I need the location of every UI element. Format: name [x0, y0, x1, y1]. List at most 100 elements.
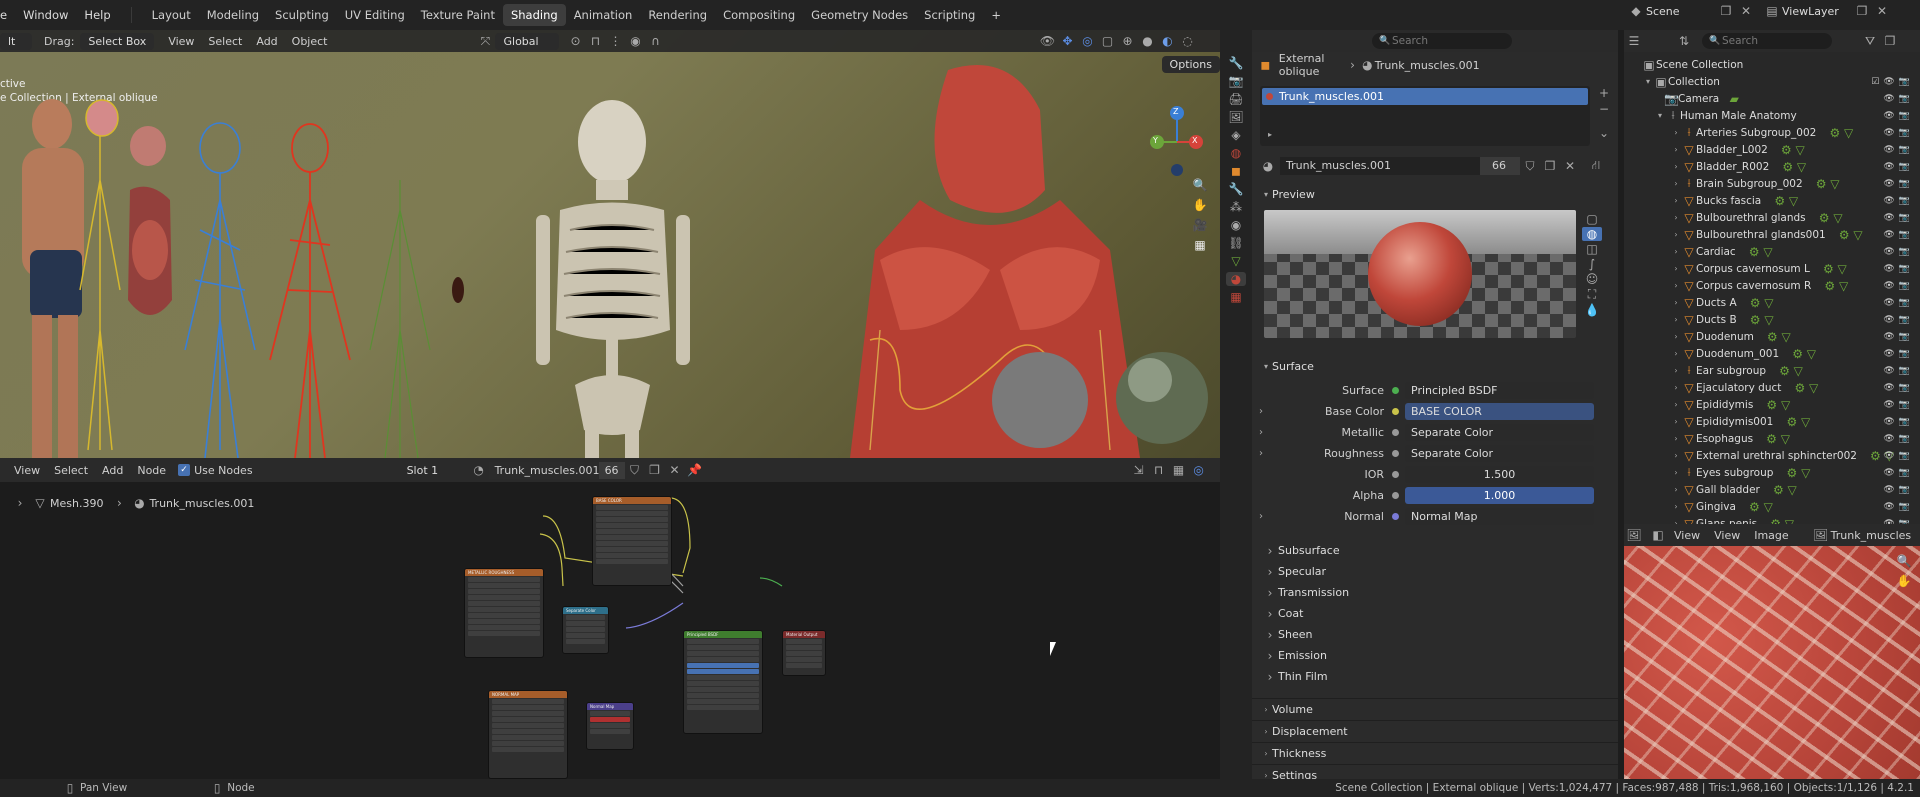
outliner-expand-icon[interactable]: › [1670, 485, 1682, 494]
modifier-tab-icon[interactable]: 🔧 [1226, 182, 1246, 196]
preview-monkey-icon[interactable]: ☺ [1582, 272, 1602, 286]
new-scene-icon[interactable]: ❐ [1716, 4, 1736, 18]
socket-dot-icon[interactable] [1392, 513, 1399, 520]
shader-editor[interactable]: View Select Add Node ✓ Use Nodes Slot 1 … [0, 458, 1220, 779]
subsection-emission[interactable]: › Emission [1252, 645, 1618, 666]
prop-expand-icon[interactable]: › [1252, 406, 1270, 417]
image-browse-icon[interactable]: 🖼 [1811, 528, 1831, 542]
socket-dot-icon[interactable] [1392, 471, 1399, 478]
item-visibility-icons[interactable]: 👁📷 [1883, 468, 1914, 478]
image-menu-view-mode[interactable]: View [1674, 529, 1700, 542]
anatomy-expand-icon[interactable]: ▾ [1654, 111, 1666, 120]
node-principled-bsdf[interactable]: Principled BSDF [683, 630, 763, 734]
image-mode-icon[interactable]: ◧ [1648, 528, 1668, 542]
new-collection-icon[interactable]: ❐ [1880, 34, 1900, 48]
viewlayer-name[interactable]: ViewLayer [1782, 5, 1852, 18]
gizmo-z-label[interactable]: Z [1173, 107, 1178, 116]
outliner-item[interactable]: › ▽ Gall bladder ⚙ ▽ 👁📷 [1624, 481, 1920, 498]
outliner-item[interactable]: › ▽ Cardiac ⚙ ▽ 👁📷 [1624, 243, 1920, 260]
outliner-expand-icon[interactable]: › [1670, 213, 1682, 222]
subsection-coat[interactable]: › Coat [1252, 603, 1618, 624]
outliner-expand-icon[interactable]: › [1670, 332, 1682, 341]
item-visibility-icons[interactable]: 👁📷 [1883, 434, 1914, 444]
item-visibility-icons[interactable]: 👁📷 [1883, 230, 1914, 240]
prop-value-field[interactable]: Separate Color [1405, 445, 1594, 462]
outliner-expand-icon[interactable]: › [1670, 366, 1682, 375]
prop-value-field[interactable]: BASE COLOR [1405, 403, 1594, 420]
outliner-item[interactable]: › ▽ Ejaculatory duct ⚙ ▽ 👁📷 [1624, 379, 1920, 396]
subsection-sheen[interactable]: › Sheen [1252, 624, 1618, 645]
data-tab-icon[interactable]: ▽ [1226, 254, 1246, 268]
outliner-expand-icon[interactable]: › [1670, 417, 1682, 426]
tab-uv-editing[interactable]: UV Editing [337, 4, 413, 26]
section-displacement[interactable]: › Displacement [1252, 720, 1618, 742]
outliner-expand-icon[interactable]: › [1670, 468, 1682, 477]
outliner-expand-icon[interactable]: › [1670, 400, 1682, 409]
item-visibility-icons[interactable]: 👁📷 [1883, 502, 1914, 512]
node-material-output[interactable]: Material Output [782, 630, 826, 676]
outliner-item[interactable]: › ▽ External urethral sphincter002 ⚙ ▽ 👁📷 [1624, 447, 1920, 464]
node-base-color[interactable]: BASE COLOR [592, 496, 672, 586]
image-menu-image[interactable]: Image [1754, 529, 1788, 542]
prop-value-field[interactable]: 1.500 [1405, 466, 1594, 483]
outliner-item[interactable]: › ▽ Bulbourethral glands ⚙ ▽ 👁📷 [1624, 209, 1920, 226]
subsection-subsurface[interactable]: › Subsurface [1252, 540, 1618, 561]
gizmo-x-label[interactable]: X [1192, 136, 1197, 145]
view-layer-tab-icon[interactable]: 🖼 [1226, 110, 1246, 124]
pan-hand-icon[interactable]: ✋ [1190, 198, 1210, 212]
tool-tab-icon[interactable]: 🔧 [1226, 56, 1246, 70]
new-viewlayer-icon[interactable]: ❐ [1852, 4, 1872, 18]
scene-name[interactable]: Scene [1646, 5, 1716, 18]
node-normal-map[interactable]: Normal Map [586, 702, 634, 750]
material-slot-list[interactable]: Trunk_muscles.001 ▸ [1260, 86, 1590, 146]
image-name[interactable]: Trunk_muscles [1831, 529, 1911, 542]
surface-section-header[interactable]: ▾ Surface [1252, 356, 1618, 377]
outliner-scene-collection[interactable]: ▣ Scene Collection [1624, 56, 1920, 73]
outliner-item[interactable]: › ▽ Epididymis ⚙ ▽ 👁📷 [1624, 396, 1920, 413]
material-unlink-icon[interactable]: ✕ [1560, 159, 1580, 173]
item-visibility-icons[interactable]: 👁📷 [1883, 162, 1914, 172]
camera-visibility-icons[interactable]: 👁📷 [1883, 94, 1914, 104]
outliner-item[interactable]: › ▽ Esophagus ⚙ ▽ 👁📷 [1624, 430, 1920, 447]
prop-expand-icon[interactable]: › [1252, 511, 1270, 522]
item-visibility-icons[interactable]: 👁📷 [1883, 349, 1914, 359]
socket-dot-icon[interactable] [1392, 450, 1399, 457]
outliner-item[interactable]: › ▽ Corpus cavernosum L ⚙ ▽ 👁📷 [1624, 260, 1920, 277]
outliner-item[interactable]: › ▽ Bulbourethral glands001 ⚙ ▽ 👁📷 [1624, 226, 1920, 243]
item-visibility-icons[interactable]: 👁📷 [1883, 366, 1914, 376]
object-tab-icon[interactable]: ◼ [1226, 164, 1246, 178]
browse-node-tree-icon[interactable]: ⛙ [1586, 158, 1606, 174]
material-users-count[interactable]: 66 [1480, 157, 1520, 175]
outliner-expand-icon[interactable]: › [1670, 162, 1682, 171]
material-tab-icon[interactable]: ◕ [1226, 272, 1246, 286]
tab-layout[interactable]: Layout [144, 4, 199, 26]
outliner-expand-icon[interactable]: › [1670, 502, 1682, 511]
item-visibility-icons[interactable]: 👁📷 [1883, 400, 1914, 410]
outliner-expand-icon[interactable]: › [1670, 128, 1682, 137]
outliner-item[interactable]: › ▽ Bladder_L002 ⚙ ▽ 👁📷 [1624, 141, 1920, 158]
item-visibility-icons[interactable]: 👁📷 [1883, 145, 1914, 155]
outliner-expand-icon[interactable]: › [1670, 434, 1682, 443]
outliner-expand-icon[interactable]: › [1670, 281, 1682, 290]
outliner-human-anatomy[interactable]: ▾ ⟊ Human Male Anatomy 👁📷 [1624, 107, 1920, 124]
preview-cube-icon[interactable]: ◫ [1582, 242, 1602, 256]
outliner-expand-icon[interactable]: › [1670, 315, 1682, 324]
scene-tab-icon[interactable]: ◈ [1226, 128, 1246, 142]
item-visibility-icons[interactable]: 👁📷 [1883, 281, 1914, 291]
image-zoom-icon[interactable]: 🔍 [1894, 554, 1914, 568]
item-visibility-icons[interactable]: 👁📷 [1883, 247, 1914, 257]
item-visibility-icons[interactable]: 👁📷 [1883, 196, 1914, 206]
tab-geometry-nodes[interactable]: Geometry Nodes [803, 4, 916, 26]
delete-scene-icon[interactable]: ✕ [1736, 4, 1756, 18]
prop-value-field[interactable]: 1.000 [1405, 487, 1594, 504]
outliner-item[interactable]: › ▽ Duodenum_001 ⚙ ▽ 👁📷 [1624, 345, 1920, 362]
particles-tab-icon[interactable]: ⁂ [1226, 200, 1246, 214]
image-editor[interactable]: 🖼 ◧ View View Image 🖼 Trunk_muscles 🔍 ✋ [1624, 524, 1920, 779]
preview-fluid-icon[interactable]: 💧 [1582, 303, 1602, 317]
expand-list-icon[interactable]: ▸ [1260, 130, 1280, 139]
outliner-expand-icon[interactable]: › [1670, 247, 1682, 256]
add-slot-icon[interactable]: + [1594, 86, 1614, 100]
socket-dot-icon[interactable] [1392, 387, 1399, 394]
node-separate-color[interactable]: Separate Color [562, 606, 609, 654]
gizmo-y-label[interactable]: Y [1153, 136, 1158, 145]
